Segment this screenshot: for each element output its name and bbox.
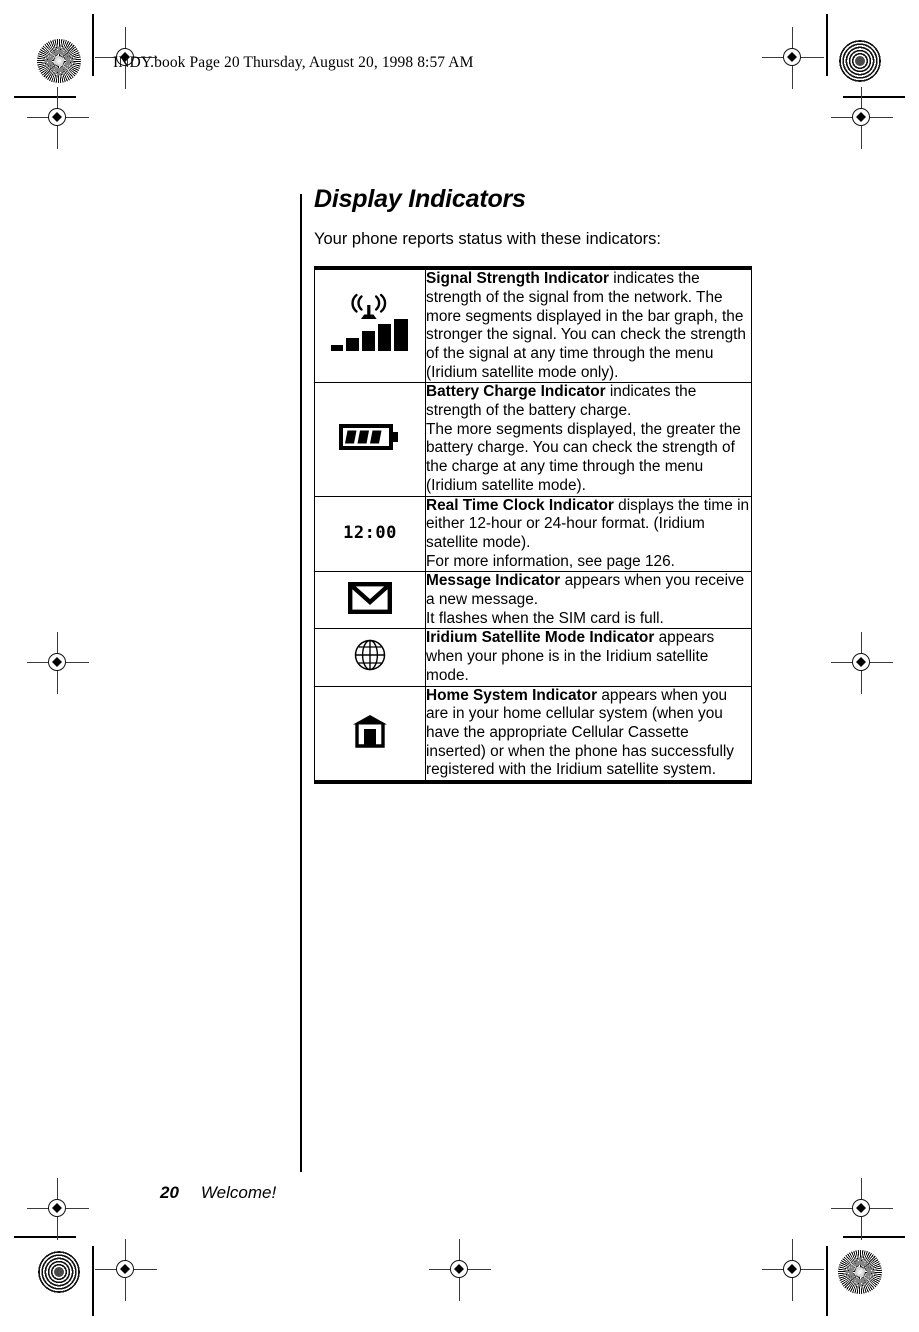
indicator-name-signal-strength: Signal Strength Indicator <box>426 270 609 288</box>
table-row: Home System Indicator appears when you a… <box>314 685 752 783</box>
registration-mark-top-right-inner <box>762 27 824 89</box>
trim-line-bottom-left-vertical <box>92 1246 94 1316</box>
page-title: Display Indicators <box>314 185 526 213</box>
registration-mark-left-middle <box>27 632 89 694</box>
signal-strength-icon <box>331 293 409 355</box>
desc-cell-battery-charge: Battery Charge Indicator indicates the s… <box>425 382 752 497</box>
registration-mark-bottom-right-inner <box>762 1239 824 1301</box>
desc-cell-signal-strength: Signal Strength Indicator indicates the … <box>425 267 752 384</box>
message-envelope-icon <box>348 581 392 614</box>
trim-line-left-upper-horizontal <box>14 96 76 98</box>
registration-mark-right-middle <box>831 632 893 694</box>
icon-cell-signal-strength <box>314 267 426 384</box>
trim-line-bottom-right-vertical <box>826 1246 828 1316</box>
battery-charge-icon <box>339 423 401 451</box>
desc-cell-satellite-mode: Iridium Satellite Mode Indicator appears… <box>425 628 752 687</box>
table-row: Iridium Satellite Mode Indicator appears… <box>314 628 752 687</box>
indicator-text-real-time-clock-2: For more information, see page 126. <box>426 552 675 570</box>
globe-icon <box>353 638 387 672</box>
page-header-text: INDY.book Page 20 Thursday, August 20, 1… <box>113 54 474 71</box>
table-row: 12:00 Real Time Clock Indicator displays… <box>314 495 752 573</box>
density-ring-target-bottom-left <box>37 1250 81 1294</box>
trim-line-top-left-vertical <box>92 14 94 76</box>
table-row: Message Indicator appears when you recei… <box>314 571 752 630</box>
trim-line-right-lower-horizontal <box>843 1236 905 1238</box>
density-burst-target-top-left <box>37 39 81 83</box>
density-burst-target-bottom-right <box>838 1250 882 1294</box>
desc-cell-message: Message Indicator appears when you recei… <box>425 571 752 630</box>
home-house-icon <box>351 712 389 750</box>
icon-cell-home-system <box>314 685 426 783</box>
registration-mark-left-upper <box>27 87 89 149</box>
trim-line-right-upper-horizontal <box>843 96 905 98</box>
icon-cell-battery-charge <box>314 382 426 497</box>
registration-mark-right-upper <box>831 87 893 149</box>
registration-mark-bottom-center <box>429 1239 491 1301</box>
indicator-name-satellite-mode: Iridium Satellite Mode Indicator <box>426 629 655 647</box>
intro-paragraph: Your phone reports status with these ind… <box>314 229 662 248</box>
footer-page-number: 20 <box>160 1183 179 1202</box>
footer-section-name: Welcome! <box>200 1183 277 1202</box>
registration-mark-bottom-left-inner <box>95 1239 157 1301</box>
density-ring-target-top-right <box>838 39 882 83</box>
display-indicators-table: Signal Strength Indicator indicates the … <box>314 266 752 785</box>
icon-cell-message <box>314 571 426 630</box>
real-time-clock-icon: 12:00 <box>343 522 397 543</box>
indicator-name-battery-charge: Battery Charge Indicator <box>426 383 606 401</box>
main-content: Display Indicators Your phone reports st… <box>314 185 754 785</box>
trim-line-top-right-vertical <box>826 14 828 76</box>
content-column-rule <box>300 194 302 1172</box>
table-row: Signal Strength Indicator indicates the … <box>314 267 752 384</box>
icon-cell-satellite-mode <box>314 628 426 687</box>
desc-cell-real-time-clock: Real Time Clock Indicator displays the t… <box>425 495 752 573</box>
page-footer: 20 Welcome! <box>160 1183 276 1203</box>
desc-cell-home-system: Home System Indicator appears when you a… <box>425 685 752 783</box>
table-row: Battery Charge Indicator indicates the s… <box>314 382 752 497</box>
indicator-name-home-system: Home System Indicator <box>426 686 598 704</box>
registration-mark-right-lower <box>831 1178 893 1240</box>
indicator-text-battery-charge-2: The more segments displayed, the greater… <box>426 420 741 494</box>
indicator-name-message: Message Indicator <box>426 572 561 590</box>
indicator-name-real-time-clock: Real Time Clock Indicator <box>426 496 614 514</box>
registration-mark-left-lower <box>27 1178 89 1240</box>
indicator-text-message-2: It flashes when the SIM card is full. <box>426 609 664 627</box>
icon-cell-real-time-clock: 12:00 <box>314 495 426 573</box>
trim-line-left-lower-horizontal <box>14 1236 76 1238</box>
